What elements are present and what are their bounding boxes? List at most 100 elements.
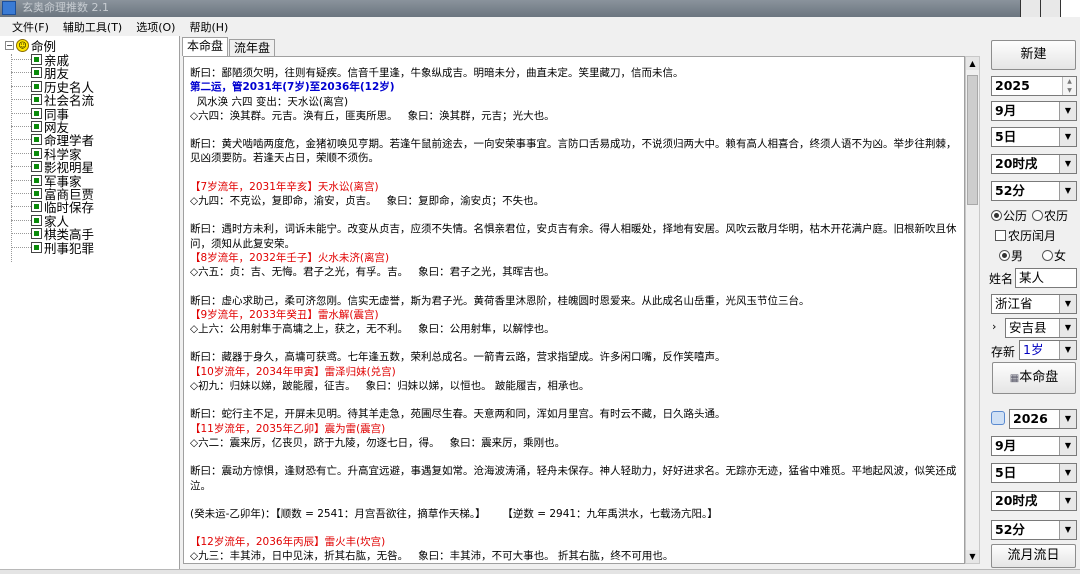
hour-select[interactable]: 20时戌 ▼ xyxy=(991,154,1077,174)
tab-natal-chart[interactable]: 本命盘 xyxy=(182,37,229,56)
year-spinner-icon[interactable]: ▲ ▼ xyxy=(1062,77,1076,95)
tree-item[interactable]: 刑事犯罪 xyxy=(11,241,94,256)
day-value: 5日 xyxy=(995,129,1017,144)
folder-book-icon xyxy=(31,54,42,65)
scroll-thumb[interactable] xyxy=(967,75,978,205)
province-select[interactable]: 浙江省 ▼ xyxy=(991,294,1077,314)
maximize-button[interactable] xyxy=(1040,0,1060,17)
female-radio[interactable]: 女 xyxy=(1042,247,1066,264)
collapse-icon[interactable]: − xyxy=(5,40,14,50)
female-label: 女 xyxy=(1054,249,1067,263)
day-select[interactable]: 5日 ▼ xyxy=(991,127,1077,147)
tree-connector xyxy=(11,166,31,168)
tab-annual-chart[interactable]: 流年盘 xyxy=(229,39,276,56)
app-icon xyxy=(2,1,16,15)
solar-label: 公历 xyxy=(1003,209,1028,223)
leap-label: 农历闰月 xyxy=(1008,229,1057,243)
reading-text-area[interactable]: 断曰：鄙陋须欠明，往则有疑疾。信音千里逢，牛象纵成吉。明暗未分，曲直未定。笑里藏… xyxy=(183,56,965,564)
checkbox-icon xyxy=(995,230,1006,241)
menu-options[interactable]: 选项(O) xyxy=(136,19,175,35)
menu-tools[interactable]: 辅助工具(T) xyxy=(63,19,122,35)
chevron-down-icon[interactable]: ▼ xyxy=(1059,182,1076,200)
folder-book-icon xyxy=(31,228,42,240)
reading-line: 风水涣 六四 变出：天水讼(离宫) xyxy=(190,95,349,108)
name-input[interactable]: 某人 xyxy=(1015,268,1077,288)
name-label: 姓名 xyxy=(989,272,1014,286)
flow-year-select[interactable]: 2026 ▼ xyxy=(1009,409,1077,429)
radio-icon xyxy=(1042,250,1053,261)
month-day-flow-button[interactable]: 流月流日 xyxy=(991,544,1076,568)
flow-day-select[interactable]: 5日 ▼ xyxy=(991,463,1077,483)
new-button[interactable]: 新建 xyxy=(991,40,1076,70)
chevron-down-icon[interactable]: ▼ xyxy=(1059,464,1076,482)
annual-heading: 【7岁流年，2031年辛亥】天水讼(离宫) xyxy=(190,180,379,193)
lunar-calendar-radio[interactable]: 农历 xyxy=(1032,207,1068,224)
chevron-down-icon[interactable]: ▼ xyxy=(1059,319,1076,337)
male-radio[interactable]: 男 xyxy=(999,247,1023,264)
chevron-down-icon[interactable]: ▼ xyxy=(1059,437,1076,455)
annual-heading: 【11岁流年，2035年乙卯】震为雷(震宫) xyxy=(190,422,386,435)
menu-bar: 文件(F) 辅助工具(T) 选项(O) 帮助(H) xyxy=(0,17,1080,36)
flow-month-select[interactable]: 9月 ▼ xyxy=(991,436,1077,456)
case-tree[interactable]: − ☺ 命例 亲戚 朋友 历史名人 社会名流 同事 网友 命理学者 科学家 影视明星 军事家 富商巨… xyxy=(0,36,180,569)
chevron-down-icon[interactable]: ▼ xyxy=(1059,410,1076,428)
flow-minute-select[interactable]: 52分 ▼ xyxy=(991,520,1077,540)
folder-book-icon xyxy=(31,161,42,173)
folder-book-icon xyxy=(31,107,42,119)
smiley-icon: ☺ xyxy=(16,38,29,52)
chevron-down-icon[interactable]: ▼ xyxy=(1059,128,1076,146)
vertical-scrollbar[interactable]: ▲ ▼ xyxy=(965,56,980,564)
male-label: 男 xyxy=(1011,249,1024,263)
flow-hour-select[interactable]: 20时戌 ▼ xyxy=(991,491,1077,511)
province-value: 浙江省 xyxy=(995,296,1033,311)
county-value: 安吉县 xyxy=(1009,320,1047,335)
tab-strip: 本命盘 流年盘 xyxy=(182,36,276,56)
tree-connector xyxy=(11,99,31,101)
close-button[interactable] xyxy=(1060,0,1080,17)
leap-month-checkbox[interactable]: 农历闰月 xyxy=(995,227,1056,244)
flow-hour-value: 20时戌 xyxy=(995,493,1038,508)
solar-calendar-radio[interactable]: 公历 xyxy=(991,207,1027,224)
reading-line: ◇九四：不克讼，复即命，渝安，贞吉。 象曰：复即命，渝安贞；不失也。 xyxy=(190,195,545,208)
scroll-up-icon[interactable]: ▲ xyxy=(966,57,979,70)
save-age-select[interactable]: 1岁 ▼ xyxy=(1019,340,1077,360)
folder-book-icon xyxy=(31,214,42,226)
tree-connector xyxy=(11,139,31,141)
chevron-down-icon[interactable]: ▼ xyxy=(1059,341,1076,359)
chevron-down-icon[interactable]: ▼ xyxy=(1059,102,1076,120)
tree-connector xyxy=(11,219,31,221)
chevron-down-icon[interactable]: ▼ xyxy=(1059,295,1076,313)
menu-file[interactable]: 文件(F) xyxy=(12,19,49,35)
flow-minute-value: 52分 xyxy=(995,522,1025,537)
tree-connector xyxy=(11,126,31,127)
minimize-button[interactable] xyxy=(1020,0,1040,17)
reading-line: ◇六五：贞：吉、无悔。君子之光，有孚。吉。 象曰：君子之光，其晖吉也。 xyxy=(190,266,555,279)
reading-line: 断曰：鄙陋须欠明，往则有疑疾。信音千里逢，牛象纵成吉。明暗未分，曲直未定。笑里藏… xyxy=(190,67,684,79)
county-select[interactable]: 安吉县 ▼ xyxy=(1005,318,1077,338)
radio-icon xyxy=(1032,210,1043,221)
save-age-value: 1岁 xyxy=(1023,342,1044,357)
year-value: 2025 xyxy=(995,78,1030,93)
month-select[interactable]: 9月 ▼ xyxy=(991,101,1077,121)
scroll-down-icon[interactable]: ▼ xyxy=(966,550,979,563)
reading-line: (癸未运-乙卯年)：【顺数 = 2541：月宫吾欲往，摘草作天梯。】 【逆数 =… xyxy=(190,507,718,520)
annual-heading: 【12岁流年，2036年丙辰】雷火丰(坎宫) xyxy=(190,536,386,549)
chevron-down-icon[interactable]: ▼ xyxy=(1059,492,1076,510)
minute-select[interactable]: 52分 ▼ xyxy=(991,181,1077,201)
menu-help[interactable]: 帮助(H) xyxy=(189,19,228,35)
reading-line: 断曰：黄犬啮啮两度危，金猪初唤见亨期。若逢午鼠前途去，一向安荣事事宜。言防口舌易… xyxy=(190,138,957,165)
natal-chart-label: 本命盘 xyxy=(1019,370,1059,385)
reading-line: 断曰：遇时方未利，词诉未能宁。改变从贞吉，应须不失情。名惧亲君位，安贞吉有余。得… xyxy=(190,223,957,250)
chevron-down-icon[interactable]: ▼ xyxy=(1059,155,1076,173)
year-input[interactable]: 2025 ▲ ▼ xyxy=(991,76,1077,96)
title-bar: 玄奥命理推数 2.1 xyxy=(0,0,1080,17)
chevron-down-icon[interactable]: ▼ xyxy=(1059,521,1076,539)
natal-chart-button[interactable]: ▦本命盘 xyxy=(992,362,1076,394)
folder-book-icon xyxy=(31,67,42,79)
folder-book-icon xyxy=(31,94,42,106)
